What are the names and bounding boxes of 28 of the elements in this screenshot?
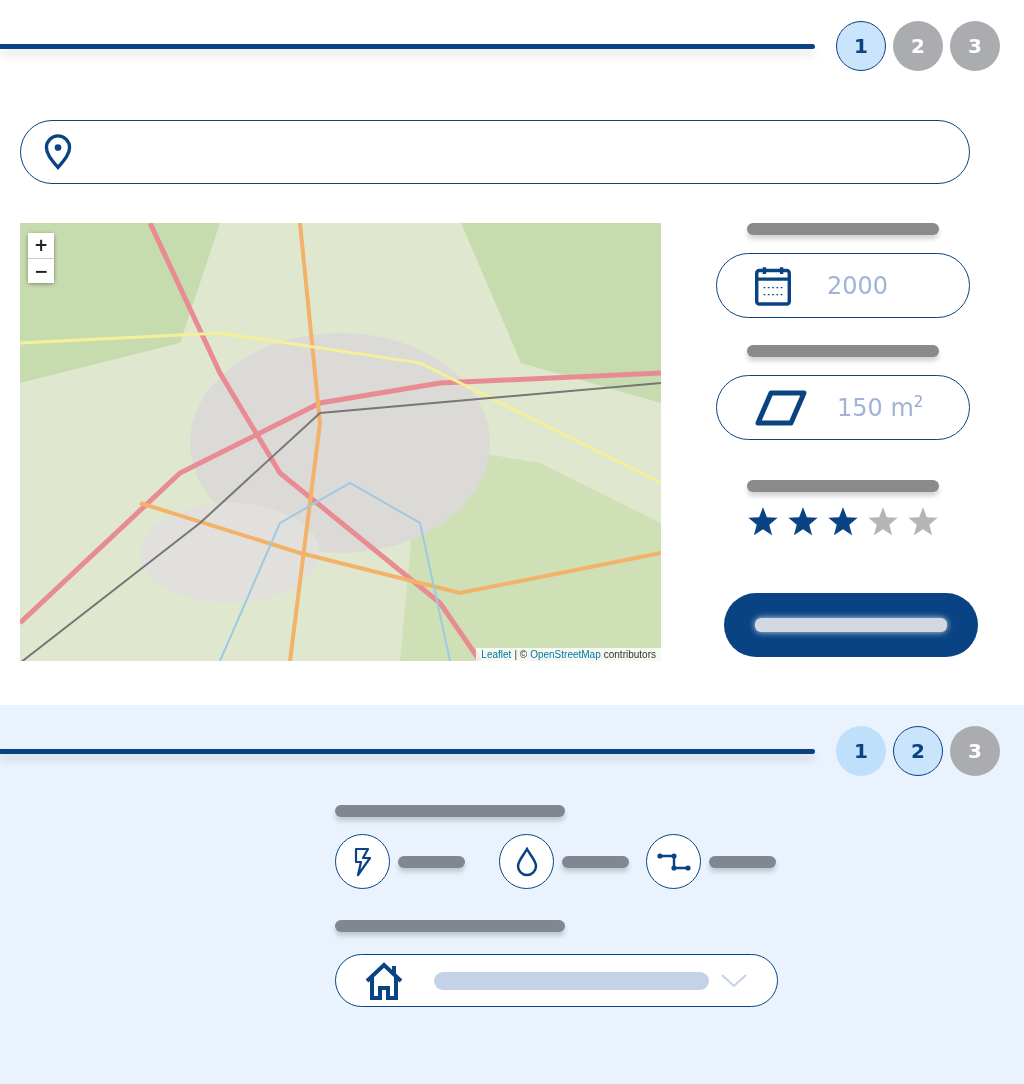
- step-indicator[interactable]: 2: [893, 726, 943, 776]
- pipe-icon: [656, 852, 691, 871]
- water-drop-icon: [514, 846, 539, 877]
- filled-star-icon[interactable]: [747, 507, 779, 538]
- area-field[interactable]: 150 m$^{2}$: [716, 375, 970, 440]
- filled-star-icon[interactable]: [787, 507, 819, 538]
- label-placeholder: [398, 855, 465, 868]
- attribution-separator: | ©: [514, 649, 528, 660]
- zoom-in-button[interactable]: +: [28, 233, 54, 258]
- year-field[interactable]: 2000: [716, 253, 970, 318]
- step-indicator[interactable]: 1: [836, 21, 886, 71]
- building-type-dropdown[interactable]: [335, 954, 778, 1007]
- label-placeholder: [562, 855, 629, 868]
- house-icon: [364, 961, 404, 1000]
- zoom-out-button[interactable]: −: [28, 258, 54, 283]
- openstreetmap-link[interactable]: OpenStreetMap: [530, 649, 601, 660]
- area-placeholder: 150 m$^{2}$: [837, 393, 924, 422]
- label-placeholder: [709, 855, 776, 868]
- star-rating[interactable]: [747, 507, 939, 538]
- parallelogram-icon: [755, 389, 807, 426]
- empty-star-icon[interactable]: [907, 507, 939, 538]
- filled-star-icon[interactable]: [827, 507, 859, 538]
- chevron-down-icon: [721, 973, 747, 988]
- leaflet-link[interactable]: Leaflet: [481, 649, 512, 660]
- step-indicator[interactable]: 1: [836, 726, 886, 776]
- year-input[interactable]: 2000: [825, 270, 969, 301]
- attribution-text: contributors: [603, 649, 656, 660]
- empty-star-icon[interactable]: [867, 507, 899, 538]
